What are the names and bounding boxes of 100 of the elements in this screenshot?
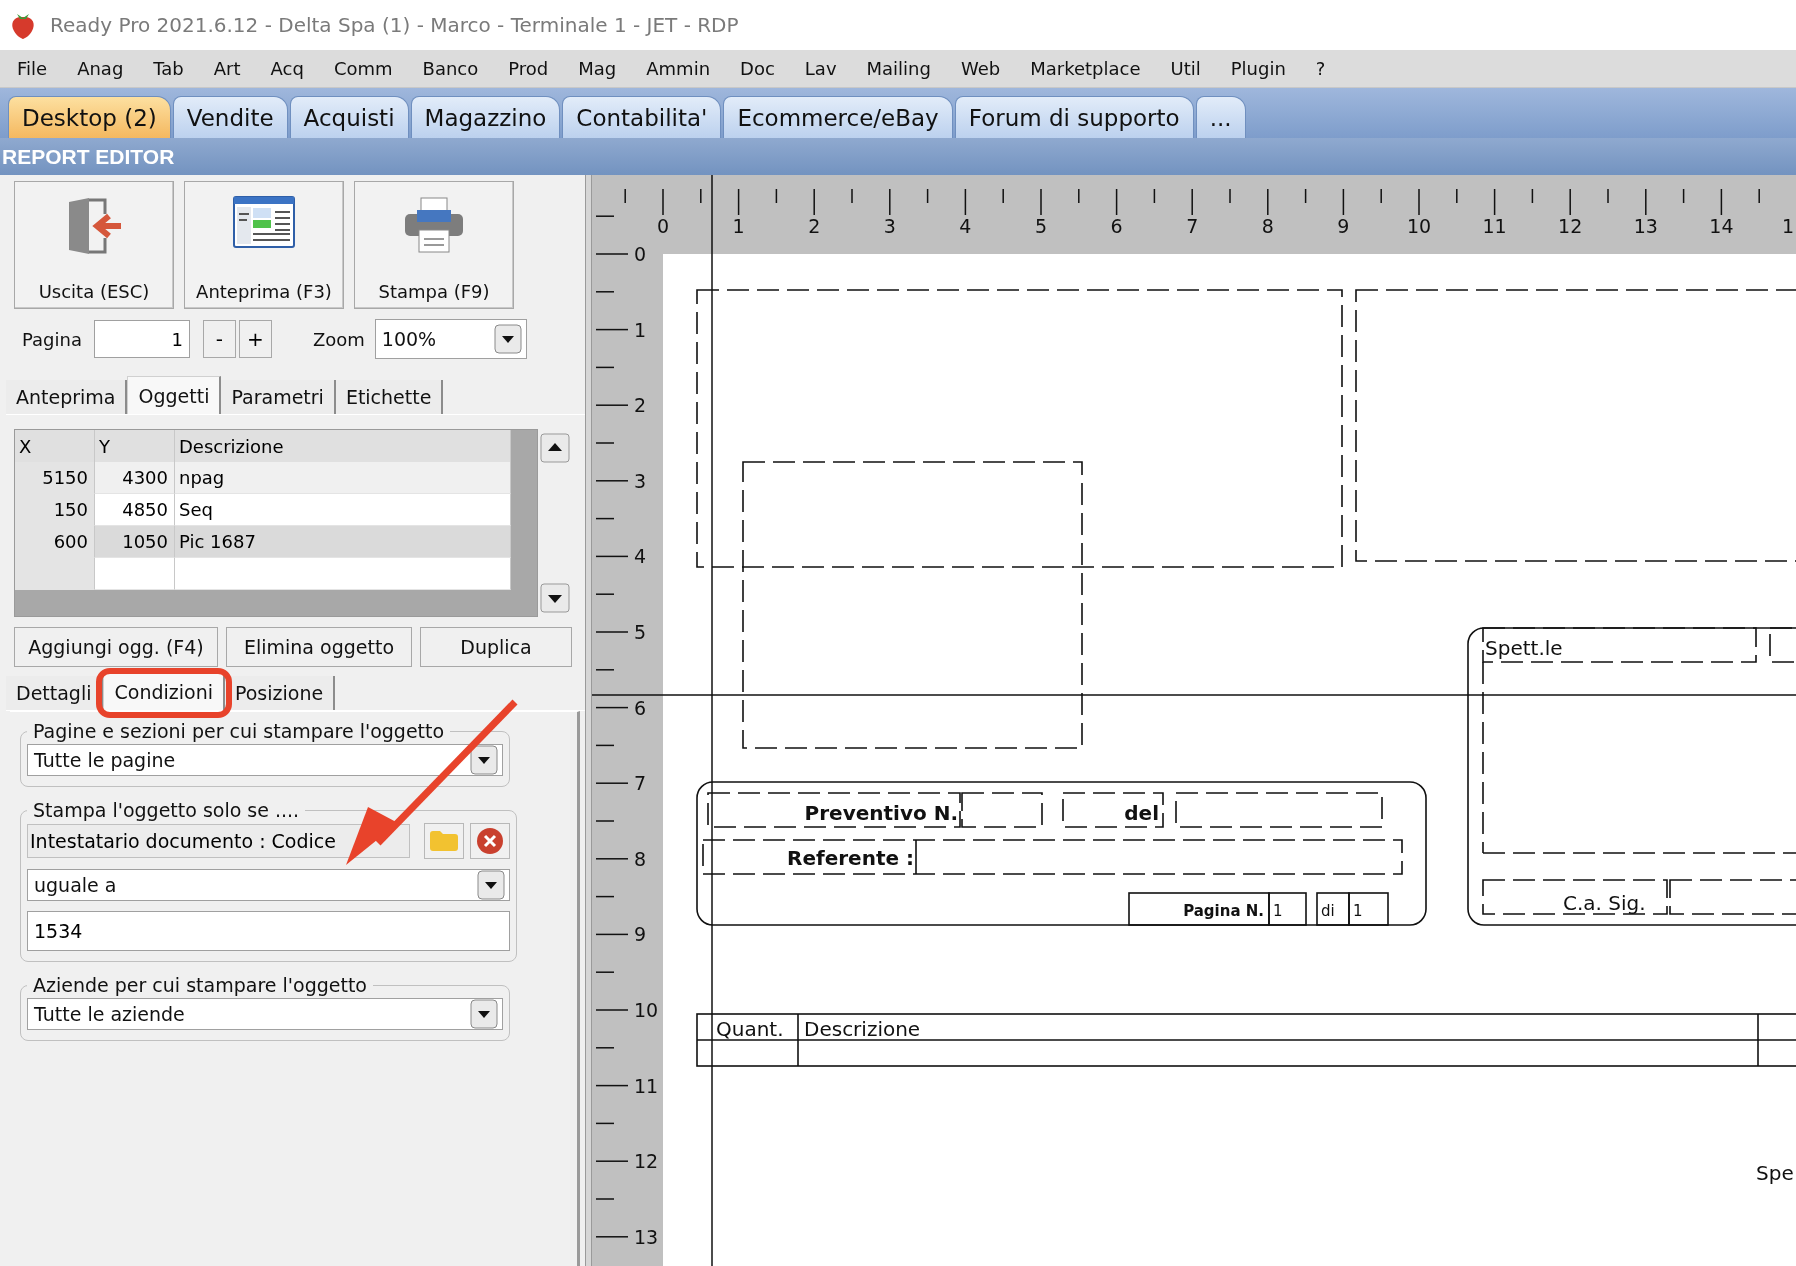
detail-tab[interactable]: Condizioni — [103, 672, 225, 710]
ruler-label: 6 — [634, 696, 647, 719]
operator-dropdown[interactable]: uguale a — [27, 869, 510, 901]
ruler-label: 3 — [634, 469, 647, 492]
table-cell[interactable]: Pic 1687 — [175, 526, 511, 558]
table-cell[interactable]: 1050 — [95, 526, 175, 558]
ruler-label: 9 — [1337, 215, 1350, 237]
object-action-button[interactable]: Elimina oggetto — [226, 627, 412, 667]
table-cell[interactable]: 150 — [15, 494, 95, 526]
toolbar-button[interactable]: Stampa (F9) — [354, 181, 514, 309]
ruler-label: 5 — [1034, 215, 1048, 237]
group-label: Stampa l'oggetto solo se .... — [32, 799, 301, 821]
report-text[interactable]: 1 — [1273, 902, 1283, 920]
module-tab[interactable]: Vendite — [172, 96, 288, 138]
condition-field[interactable]: Intestatario documento : Codice — [27, 824, 410, 858]
pages-dropdown[interactable]: Tutte le pagine — [27, 744, 503, 776]
table-cell[interactable]: 4300 — [95, 462, 175, 494]
zoom-dropdown[interactable]: 100% — [374, 319, 527, 359]
ruler-label: 1 — [634, 318, 647, 341]
ruler-label: 1 — [1781, 215, 1794, 237]
previous-page-button[interactable]: - — [202, 320, 236, 358]
next-page-button[interactable]: + — [238, 320, 272, 358]
toolbar-button[interactable]: Uscita (ESC) — [14, 181, 174, 309]
window-preview-icon — [233, 196, 295, 248]
object-action-button[interactable]: Duplica — [420, 627, 572, 667]
companies-dropdown[interactable]: Tutte le aziende — [27, 998, 503, 1030]
menu-item[interactable]: Web — [945, 58, 1016, 79]
printer-icon — [403, 196, 465, 254]
menu-item[interactable]: File — [2, 58, 63, 79]
module-tab[interactable]: Forum di supporto — [954, 96, 1194, 138]
editor-tab[interactable]: Etichette — [335, 380, 444, 414]
splitter[interactable] — [585, 175, 592, 1266]
menu-item[interactable]: Tab — [138, 58, 199, 79]
menu-item[interactable]: Ammin — [631, 58, 726, 79]
browse-button[interactable] — [424, 823, 464, 859]
report-text[interactable]: Referente : — [787, 846, 914, 870]
close-icon — [476, 827, 504, 855]
table-cell[interactable]: 4850 — [95, 494, 175, 526]
editor-tab[interactable]: Anteprima — [6, 380, 128, 414]
menu-item[interactable]: Doc — [725, 58, 790, 79]
detail-tab[interactable]: Dettagli — [6, 676, 104, 710]
table-cell[interactable]: 600 — [15, 526, 95, 558]
zoom-label: Zoom — [312, 328, 365, 350]
ruler-label: 11 — [634, 1074, 659, 1097]
menu-item[interactable]: Plugin — [1215, 58, 1301, 79]
menu-item[interactable]: Art — [198, 58, 256, 79]
guide-line[interactable] — [592, 694, 1796, 696]
menu-item[interactable]: Mag — [563, 58, 632, 79]
table-cell[interactable] — [15, 558, 95, 590]
module-tab[interactable]: ... — [1195, 96, 1246, 138]
ruler-label: 13 — [1633, 215, 1658, 237]
ruler-label: 13 — [634, 1225, 659, 1248]
table-cell[interactable]: Seq — [175, 494, 511, 526]
menu-item[interactable]: ? — [1300, 58, 1341, 79]
report-text[interactable]: 1 — [1353, 902, 1363, 920]
table-cell[interactable] — [95, 558, 175, 590]
table-cell[interactable]: npag — [175, 462, 511, 494]
column-header[interactable]: Descrizione — [175, 430, 511, 462]
ruler-label: 6 — [1110, 215, 1123, 237]
column-header[interactable]: X — [15, 430, 95, 462]
ruler-label: 11 — [1482, 215, 1507, 237]
menu-item[interactable]: Anag — [62, 58, 139, 79]
object-action-button[interactable]: Aggiungi ogg. (F4) — [14, 627, 218, 667]
ruler-label: 0 — [656, 215, 670, 237]
module-tab[interactable]: Magazzino — [410, 96, 561, 138]
scroll-down-icon[interactable] — [540, 583, 570, 613]
editor-tab[interactable]: Oggetti — [127, 376, 222, 414]
report-text[interactable]: Descrizione — [804, 1017, 921, 1041]
menu-item[interactable]: Marketplace — [1015, 58, 1156, 79]
report-text[interactable]: Spe — [1756, 1161, 1794, 1185]
menu-item[interactable]: Lav — [789, 58, 852, 79]
module-tab[interactable]: Desktop (2) — [8, 96, 171, 138]
detail-tab[interactable]: Posizione — [224, 676, 336, 710]
page-field[interactable]: 1 — [93, 320, 190, 358]
menu-item[interactable]: Acq — [255, 58, 319, 79]
module-tab[interactable]: Ecommerce/eBay — [723, 96, 953, 138]
menu-item[interactable]: Mailing — [851, 58, 946, 79]
menu-item[interactable]: Util — [1155, 58, 1216, 79]
ruler-label: 10 — [634, 999, 659, 1021]
guide-line[interactable] — [711, 175, 713, 1266]
ruler-label: 5 — [634, 621, 647, 643]
menu-item[interactable]: Banco — [407, 58, 494, 79]
ruler-label: 0 — [634, 243, 647, 265]
clear-button[interactable] — [470, 823, 510, 859]
report-text[interactable]: Spett.le — [1485, 636, 1563, 660]
report-text[interactable]: Quant. — [716, 1017, 784, 1041]
page-label: Pagina — [22, 328, 82, 350]
toolbar-button[interactable]: Anteprima (F3) — [184, 181, 344, 309]
editor-tab[interactable]: Parametri — [221, 380, 336, 414]
menu-item[interactable]: Comm — [318, 58, 408, 79]
value-field[interactable]: 1534 — [27, 911, 510, 951]
module-tab[interactable]: Contabilita' — [562, 96, 722, 138]
ruler-label: 14 — [1709, 215, 1734, 237]
table-cell[interactable] — [175, 558, 511, 590]
ruler-label: 8 — [1261, 215, 1274, 237]
menu-item[interactable]: Prod — [493, 58, 564, 79]
column-header[interactable]: Y — [95, 430, 175, 462]
table-cell[interactable]: 5150 — [15, 462, 95, 494]
scroll-up-icon[interactable] — [540, 433, 570, 463]
module-tab[interactable]: Acquisti — [289, 96, 409, 138]
